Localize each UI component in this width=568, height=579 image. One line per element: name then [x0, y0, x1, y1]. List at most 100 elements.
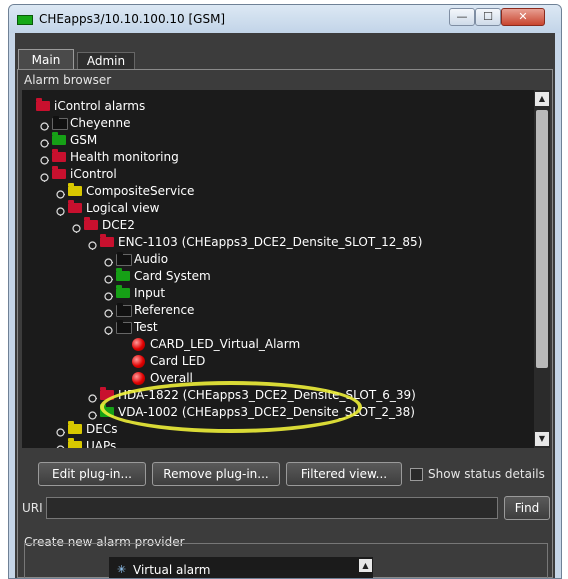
tree-item-label: iControl alarms: [54, 99, 146, 113]
open-folder-icon: [100, 234, 114, 247]
find-button[interactable]: Find: [504, 496, 550, 520]
client-area: Main Admin Alarm browser iControl alarms…: [15, 33, 555, 578]
tree-item[interactable]: CARD_LED_Virtual_Alarm: [22, 336, 534, 353]
tree-item-label: Audio: [134, 252, 169, 266]
folder-icon: [116, 268, 130, 281]
open-folder-icon: [68, 200, 82, 213]
title-bar[interactable]: CHEapps3/10.10.100.10 [GSM] — ☐ ✕: [9, 5, 561, 33]
tree-item[interactable]: iControl alarms: [22, 98, 534, 115]
collapsed-node-icon[interactable]: [88, 408, 97, 420]
red-led-icon: [132, 338, 145, 351]
collapsed-node-icon[interactable]: [104, 289, 113, 301]
tree-item[interactable]: Card System: [22, 268, 534, 285]
folder-icon: [68, 438, 82, 448]
tree-item-label: DCE2: [102, 218, 135, 232]
tree-scrollbar[interactable]: ▲ ▼: [534, 90, 550, 448]
tree-item[interactable]: GSM: [22, 132, 534, 149]
tree-item-label: Card LED: [150, 354, 206, 368]
tree-item[interactable]: Reference: [22, 302, 534, 319]
collapsed-node-icon[interactable]: [56, 425, 65, 437]
folder-icon: [52, 149, 66, 162]
tree-item[interactable]: DCE2: [22, 217, 534, 234]
edit-plugin-button[interactable]: Edit plug-in...: [38, 462, 146, 486]
open-folder-icon: [116, 320, 132, 334]
expanded-node-icon[interactable]: [88, 238, 97, 250]
window-title: CHEapps3/10.10.100.10 [GSM]: [39, 12, 226, 26]
tab-admin[interactable]: Admin: [77, 52, 135, 69]
uri-input[interactable]: [46, 497, 498, 519]
tree-item[interactable]: Cheyenne: [22, 115, 534, 132]
tree-item-label: CompositeService: [86, 184, 195, 198]
collapsed-node-icon[interactable]: [40, 119, 49, 131]
tree-item[interactable]: ENC-1103 (CHEapps3_DCE2_Densite_SLOT_12_…: [22, 234, 534, 251]
maximize-button[interactable]: ☐: [475, 8, 501, 26]
show-status-details-checkbox[interactable]: [410, 468, 423, 481]
tree-item-label: CARD_LED_Virtual_Alarm: [150, 337, 301, 351]
show-status-details-label: Show status details: [428, 467, 545, 481]
app-window: CHEapps3/10.10.100.10 [GSM] — ☐ ✕ Main A…: [8, 4, 562, 579]
collapsed-node-icon[interactable]: [88, 391, 97, 403]
collapsed-node-icon[interactable]: [104, 272, 113, 284]
scroll-down-icon[interactable]: ▼: [535, 432, 549, 446]
expanded-node-icon[interactable]: [72, 221, 81, 233]
tree-item-label: GSM: [70, 133, 98, 147]
tree-item-label: UAPs: [86, 439, 117, 448]
provider-scroll-up-icon[interactable]: ▲: [359, 559, 372, 572]
virtual-alarm-icon: ✳: [117, 563, 127, 576]
tab-main[interactable]: Main: [18, 49, 74, 69]
folder-icon: [116, 285, 130, 298]
tree-item[interactable]: UAPs: [22, 438, 534, 448]
folder-icon: [68, 421, 82, 434]
collapsed-node-icon[interactable]: [56, 187, 65, 199]
tree-item[interactable]: Health monitoring: [22, 149, 534, 166]
scroll-up-icon[interactable]: ▲: [535, 92, 549, 106]
alarm-browser-label: Alarm browser: [24, 73, 112, 87]
red-led-icon: [132, 372, 145, 385]
open-folder-icon: [84, 217, 98, 230]
tree-item[interactable]: Logical view: [22, 200, 534, 217]
minimize-button[interactable]: —: [449, 8, 475, 26]
tree-item[interactable]: Input: [22, 285, 534, 302]
tree-item[interactable]: CompositeService: [22, 183, 534, 200]
tree-item-label: Health monitoring: [70, 150, 179, 164]
alarm-tree[interactable]: iControl alarms Cheyenne GSM Health monitor…: [22, 90, 534, 448]
provider-item-virtual-alarm[interactable]: Virtual alarm: [133, 563, 210, 577]
tree-item-label: Cheyenne: [70, 116, 131, 130]
tree-item[interactable]: Audio: [22, 251, 534, 268]
collapsed-node-icon[interactable]: [104, 255, 113, 267]
expanded-node-icon[interactable]: [56, 204, 65, 216]
tree-item[interactable]: Test: [22, 319, 534, 336]
tree-item-label: ENC-1103 (CHEapps3_DCE2_Densite_SLOT_12_…: [118, 235, 423, 249]
tree-item-label: Test: [134, 320, 158, 334]
close-button[interactable]: ✕: [501, 8, 545, 26]
collapsed-node-icon[interactable]: [40, 136, 49, 148]
open-folder-icon: [52, 166, 66, 179]
tree-item-label: Input: [134, 286, 166, 300]
red-led-icon: [132, 355, 145, 368]
tree-item[interactable]: Card LED: [22, 353, 534, 370]
highlight-annotation-ellipse: [100, 381, 362, 433]
app-icon: [17, 15, 33, 25]
tree-item-label: Card System: [134, 269, 211, 283]
provider-list[interactable]: ✳ Virtual alarm ▲: [109, 557, 373, 578]
folder-icon: [116, 303, 132, 317]
collapsed-node-icon[interactable]: [104, 306, 113, 318]
tree-item[interactable]: iControl: [22, 166, 534, 183]
uri-label: URI: [22, 501, 43, 515]
filtered-view-button[interactable]: Filtered view...: [286, 462, 402, 486]
open-folder-icon: [36, 98, 50, 111]
expanded-node-icon[interactable]: [104, 323, 113, 335]
folder-icon: [68, 183, 82, 196]
expanded-node-icon[interactable]: [40, 170, 49, 182]
tree-item-label: Logical view: [86, 201, 160, 215]
folder-icon: [52, 116, 68, 130]
remove-plugin-button[interactable]: Remove plug-in...: [152, 462, 280, 486]
tree-item-label: Reference: [134, 303, 195, 317]
collapsed-node-icon[interactable]: [56, 442, 65, 448]
tree-item-label: iControl: [70, 167, 117, 181]
collapsed-node-icon[interactable]: [40, 153, 49, 165]
scroll-thumb[interactable]: [536, 110, 548, 368]
tree-item-label: DECs: [86, 422, 118, 436]
folder-icon: [52, 132, 66, 145]
provider-group: ✳ Virtual alarm ▲: [24, 543, 548, 578]
